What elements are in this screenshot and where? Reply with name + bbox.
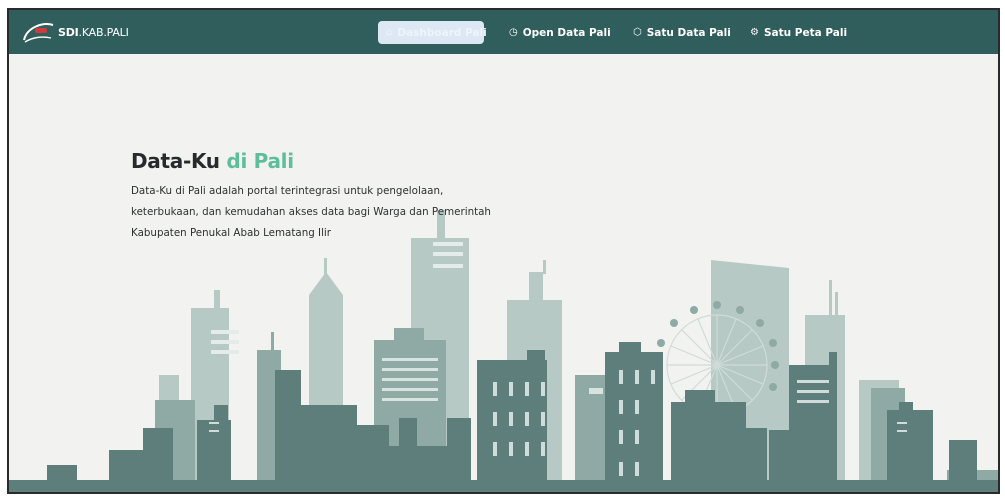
home-icon: ⌂ (386, 27, 393, 38)
top-navbar: SDI.KAB.PALI ⌂ Dashboard Pali ◷ Open Dat… (9, 10, 998, 54)
hero-title-accent: di Pali (226, 149, 294, 173)
browser-frame: SDI.KAB.PALI ⌂ Dashboard Pali ◷ Open Dat… (7, 8, 1000, 494)
nav-label: Dashboard Pali (397, 26, 487, 39)
nav-label: Open Data Pali (522, 26, 611, 39)
hero-title-main: Data-Ku (131, 149, 220, 173)
nav-label: Satu Peta Pali (763, 26, 848, 39)
brand-name-bold: SDI (58, 25, 79, 39)
hero-section: Data-Ku di Pali Data-Ku di Pali adalah p… (131, 149, 491, 244)
nav-satu-peta-pali[interactable]: ⚙ Satu Peta Pali (742, 21, 855, 44)
nav-open-data-pali[interactable]: ◷ Open Data Pali (501, 21, 619, 44)
brand-logo-icon (23, 23, 54, 43)
brand[interactable]: SDI.KAB.PALI (21, 19, 129, 45)
nav-label: Satu Data Pali (646, 26, 731, 39)
gear-icon: ⚙ (750, 27, 759, 38)
nav-satu-data-pali[interactable]: ⬡ Satu Data Pali (625, 21, 739, 44)
cube-icon: ⬡ (633, 27, 642, 38)
clock-icon: ◷ (509, 27, 518, 38)
hero-description: Data-Ku di Pali adalah portal terintegra… (131, 185, 491, 239)
city-skyline-illustration (9, 210, 998, 492)
brand-name: SDI.KAB.PALI (58, 26, 129, 39)
hero-title: Data-Ku di Pali (131, 149, 491, 173)
brand-name-rest: .KAB.PALI (78, 25, 129, 39)
nav-dashboard-pali[interactable]: ⌂ Dashboard Pali (378, 21, 487, 44)
